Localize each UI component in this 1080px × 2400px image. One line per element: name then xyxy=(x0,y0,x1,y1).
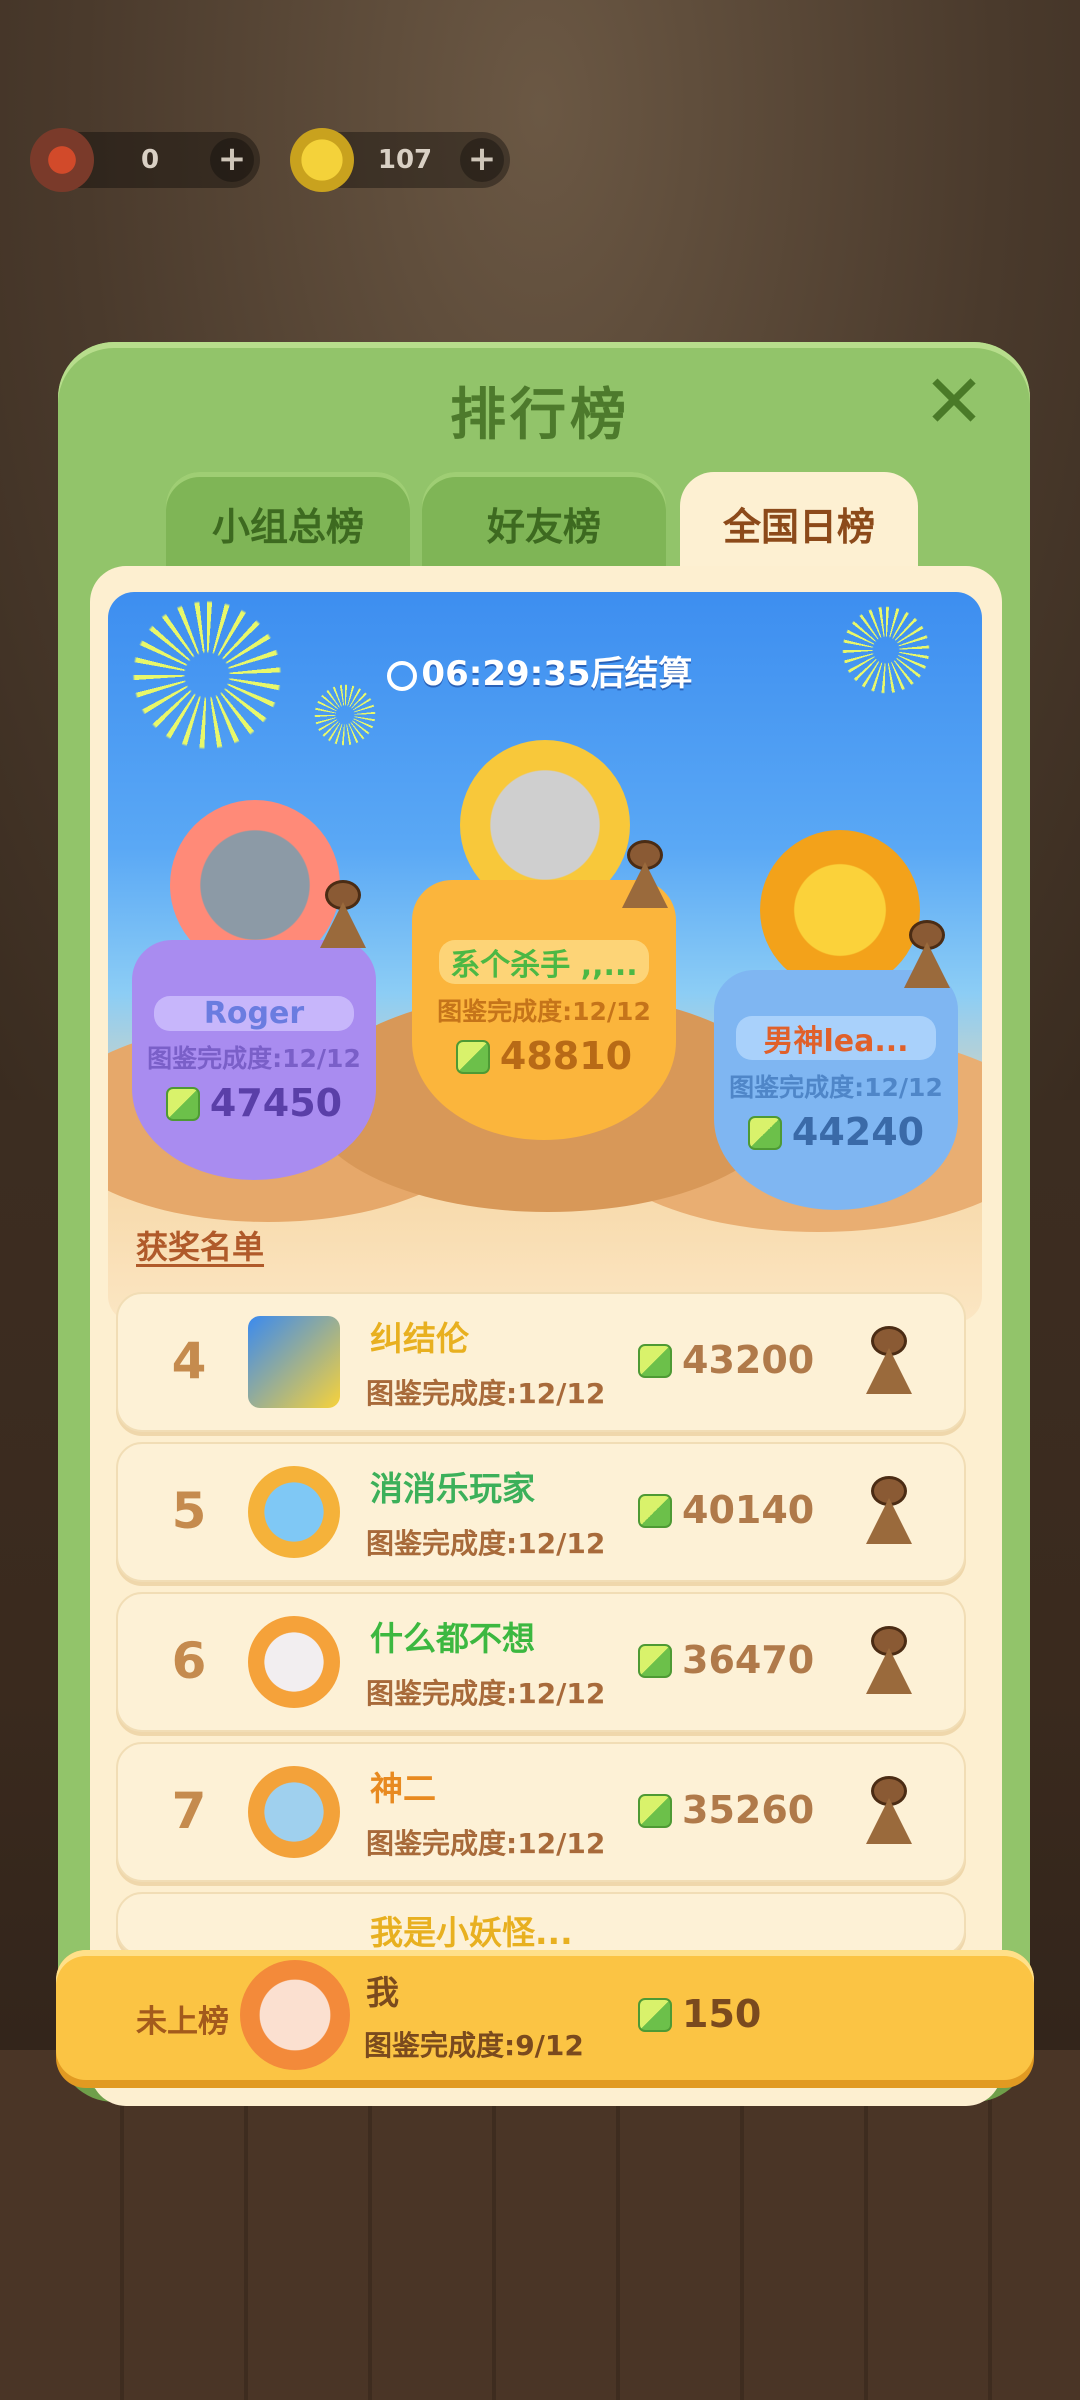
cube-icon xyxy=(455,1040,490,1074)
my-rank-label: 未上榜 xyxy=(136,2004,229,2040)
rank3-score: 44240 xyxy=(791,1110,925,1154)
my-rank-bar: 未上榜 我 图鉴完成度:9/12 150 xyxy=(56,1950,1034,2080)
rank3-podium: 男神lea... 图鉴完成度:12/12 44240 xyxy=(714,970,958,1210)
raccoon-medal-icon xyxy=(866,1626,912,1694)
row-avatar xyxy=(248,1466,340,1558)
row-rank: 5 xyxy=(171,1482,207,1540)
row-name: 神二 xyxy=(370,1769,436,1808)
row-rank: 7 xyxy=(171,1782,207,1840)
cube-icon xyxy=(638,1998,672,2032)
list-item[interactable]: 4 纠结伦 图鉴完成度:12/12 43200 xyxy=(116,1292,966,1432)
rank2-podium: Roger 图鉴完成度:12/12 47450 xyxy=(132,940,376,1180)
tab-friends[interactable]: 好友榜 xyxy=(422,472,666,580)
list-item[interactable]: 6 什么都不想 图鉴完成度:12/12 36470 xyxy=(116,1592,966,1732)
rocket-icon xyxy=(30,128,94,192)
my-avatar[interactable] xyxy=(240,1960,350,2070)
rank3-completion: 图鉴完成度:12/12 xyxy=(729,1073,943,1102)
cube-icon xyxy=(165,1087,200,1121)
rank2-completion: 图鉴完成度:12/12 xyxy=(147,1044,361,1073)
settlement-timer: 06:29:35后结算 xyxy=(0,646,1080,695)
rank1-podium: 系个杀手 ,,... 图鉴完成度:12/12 48810 xyxy=(412,880,676,1140)
rank1-completion: 图鉴完成度:12/12 xyxy=(437,997,651,1026)
cube-icon xyxy=(638,1344,672,1378)
row-name: 纠结伦 xyxy=(370,1319,469,1358)
row-score: 35260 xyxy=(682,1788,815,1832)
row-rank: 4 xyxy=(171,1332,207,1390)
row-avatar xyxy=(248,1766,340,1858)
row-score: 36470 xyxy=(682,1638,815,1682)
close-icon[interactable]: ✕ xyxy=(920,365,988,440)
clock-icon xyxy=(387,661,418,691)
row-score: 40140 xyxy=(682,1488,815,1532)
raccoon-medal-icon xyxy=(866,1476,912,1544)
list-item[interactable]: 7 神二 图鉴完成度:12/12 35260 xyxy=(116,1742,966,1882)
add-rocket-button[interactable]: + xyxy=(210,138,254,182)
coin-icon xyxy=(290,128,354,192)
list-item[interactable]: 我是小妖怪... xyxy=(116,1892,966,1956)
panel-title: 排行榜 xyxy=(450,383,630,448)
rank2-name: Roger xyxy=(154,996,354,1031)
row-completion: 图鉴完成度:12/12 xyxy=(366,1677,606,1710)
row-avatar xyxy=(248,1616,340,1708)
row-completion: 图鉴完成度:12/12 xyxy=(366,1827,606,1860)
rank1-score: 48810 xyxy=(499,1034,633,1078)
row-completion: 图鉴完成度:12/12 xyxy=(366,1377,606,1410)
rank3-name: 男神lea... xyxy=(736,1016,936,1060)
winners-list-title: 获奖名单 xyxy=(136,1228,265,1266)
raccoon-medal-icon xyxy=(866,1326,912,1394)
row-name: 什么都不想 xyxy=(370,1619,535,1658)
rocket-resource: 0 + xyxy=(30,128,260,192)
raccoon-medal-icon xyxy=(320,880,366,948)
coin-resource: 107 + xyxy=(290,128,510,192)
raccoon-medal-icon xyxy=(866,1776,912,1844)
rank3-avatar[interactable] xyxy=(760,830,920,990)
row-score: 43200 xyxy=(682,1338,815,1382)
rank2-score: 47450 xyxy=(209,1081,343,1125)
add-coin-button[interactable]: + xyxy=(460,138,504,182)
row-completion: 图鉴完成度:12/12 xyxy=(366,1527,606,1560)
my-name: 我 xyxy=(366,1973,399,2012)
cube-icon xyxy=(638,1494,672,1528)
timer-suffix: 后结算 xyxy=(590,654,693,694)
raccoon-medal-icon xyxy=(622,840,668,908)
my-score: 150 xyxy=(682,1992,762,2036)
row-name: 消消乐玩家 xyxy=(370,1469,535,1508)
timer-value: 06:29:35 xyxy=(421,654,591,694)
raccoon-medal-icon xyxy=(904,920,950,988)
row-name: 我是小妖怪... xyxy=(370,1913,573,1952)
my-completion: 图鉴完成度:9/12 xyxy=(364,2029,584,2062)
row-avatar xyxy=(248,1316,340,1408)
cube-icon xyxy=(638,1794,672,1828)
tab-national-daily[interactable]: 全国日榜 xyxy=(680,472,918,580)
list-item[interactable]: 5 消消乐玩家 图鉴完成度:12/12 40140 xyxy=(116,1442,966,1582)
tab-group-total[interactable]: 小组总榜 xyxy=(166,472,410,580)
cube-icon xyxy=(638,1644,672,1678)
cube-icon xyxy=(747,1116,782,1150)
rank1-name: 系个杀手 ,,... xyxy=(439,940,649,984)
row-rank: 6 xyxy=(171,1632,207,1690)
